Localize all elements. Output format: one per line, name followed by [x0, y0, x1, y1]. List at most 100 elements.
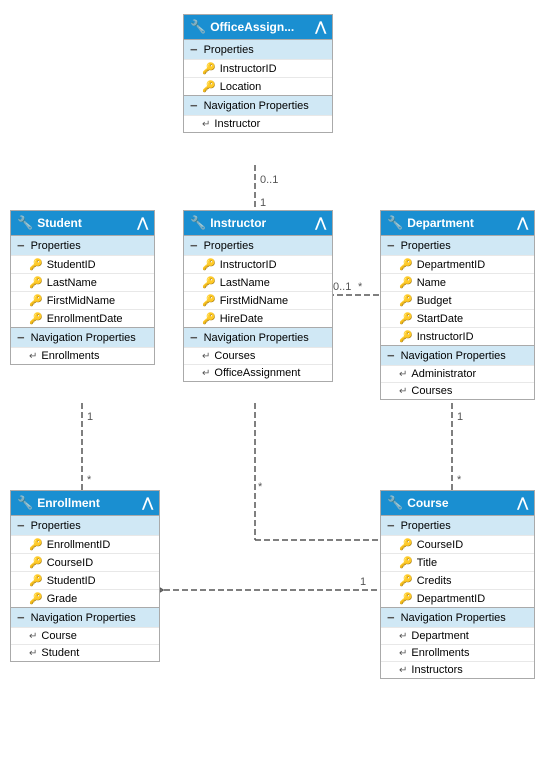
department-expand-icon[interactable]: ⋀ — [517, 215, 528, 231]
field-icon: 🔑 — [29, 294, 43, 307]
entity-instructor[interactable]: 🔧 Instructor ⋀ − Properties 🔑 Instructor… — [183, 210, 333, 382]
course-expand-icon[interactable]: ⋀ — [517, 495, 528, 511]
entity-enrollment[interactable]: 🔧 Enrollment ⋀ − Properties 🔑 Enrollment… — [10, 490, 160, 662]
course-prop-credits: 🔑 Credits — [381, 571, 534, 589]
student-title: Student — [37, 216, 82, 230]
entity-department-header: 🔧 Department ⋀ — [381, 211, 534, 235]
field-icon: 🔑 — [202, 312, 216, 325]
enrollment-prop-grade: 🔑 Grade — [11, 589, 159, 607]
officeassign-prop-location: 🔑 Location — [184, 77, 332, 95]
svg-text:0..1: 0..1 — [260, 174, 278, 186]
officeassign-properties-header: − Properties — [184, 39, 332, 59]
officeassign-nav-instructor: ↵ Instructor — [184, 115, 332, 132]
key-icon: 🔑 — [29, 258, 43, 271]
field-icon: 🔑 — [399, 592, 413, 605]
entity-officeassign-header: 🔧 OfficeAssign... ⋀ — [184, 15, 332, 39]
department-nav-courses: ↵ Courses — [381, 382, 534, 399]
department-nav-header: − Navigation Properties — [381, 345, 534, 365]
student-prop-firstmidname: 🔑 FirstMidName — [11, 291, 154, 309]
student-nav-enrollments: ↵ Enrollments — [11, 347, 154, 364]
course-nav-enrollments: ↵ Enrollments — [381, 644, 534, 661]
field-icon: 🔑 — [399, 276, 413, 289]
student-expand-icon[interactable]: ⋀ — [137, 215, 148, 231]
key-icon: 🔑 — [202, 258, 216, 271]
instructor-nav-officeassignment: ↵ OfficeAssignment — [184, 364, 332, 381]
svg-text:0..1: 0..1 — [333, 281, 351, 293]
course-prop-departmentid: 🔑 DepartmentID — [381, 589, 534, 607]
key-icon: 🔑 — [399, 538, 413, 551]
field-icon: 🔑 — [29, 312, 43, 325]
instructor-prop-firstmidname: 🔑 FirstMidName — [184, 291, 332, 309]
svg-text:1: 1 — [360, 576, 366, 588]
enrollment-properties-header: − Properties — [11, 515, 159, 535]
svg-text:*: * — [258, 481, 263, 493]
field-icon: 🔑 — [29, 574, 43, 587]
department-prop-budget: 🔑 Budget — [381, 291, 534, 309]
officeassign-prop-instructorid: 🔑 InstructorID — [184, 59, 332, 77]
enrollment-prop-courseid: 🔑 CourseID — [11, 553, 159, 571]
department-prop-name: 🔑 Name — [381, 273, 534, 291]
nav-icon: ↵ — [399, 665, 407, 676]
instructor-nav-courses: ↵ Courses — [184, 347, 332, 364]
field-icon: 🔑 — [399, 330, 413, 343]
svg-text:*: * — [457, 474, 462, 486]
department-properties-header: − Properties — [381, 235, 534, 255]
nav-icon: ↵ — [399, 648, 407, 659]
nav-icon: ↵ — [399, 386, 407, 397]
instructor-table-icon: 🔧 — [190, 215, 206, 231]
entity-enrollment-header: 🔧 Enrollment ⋀ — [11, 491, 159, 515]
instructor-properties-header: − Properties — [184, 235, 332, 255]
svg-text:1: 1 — [260, 197, 266, 209]
instructor-prop-hiredate: 🔑 HireDate — [184, 309, 332, 327]
entity-department[interactable]: 🔧 Department ⋀ − Properties 🔑 Department… — [380, 210, 535, 400]
entity-student[interactable]: 🔧 Student ⋀ − Properties 🔑 StudentID 🔑 L… — [10, 210, 155, 365]
entity-course-header: 🔧 Course ⋀ — [381, 491, 534, 515]
enrollment-prop-enrollmentid: 🔑 EnrollmentID — [11, 535, 159, 553]
entity-course[interactable]: 🔧 Course ⋀ − Properties 🔑 CourseID 🔑 Tit… — [380, 490, 535, 679]
instructor-title: Instructor — [210, 216, 266, 230]
department-prop-departmentid: 🔑 DepartmentID — [381, 255, 534, 273]
nav-icon: ↵ — [29, 631, 37, 642]
course-table-icon: 🔧 — [387, 495, 403, 511]
instructor-expand-icon[interactable]: ⋀ — [315, 215, 326, 231]
course-prop-courseid: 🔑 CourseID — [381, 535, 534, 553]
field-icon: 🔑 — [29, 276, 43, 289]
student-prop-enrollmentdate: 🔑 EnrollmentDate — [11, 309, 154, 327]
instructor-prop-lastname: 🔑 LastName — [184, 273, 332, 291]
officeassign-nav-header: − Navigation Properties — [184, 95, 332, 115]
department-prop-instructorid: 🔑 InstructorID — [381, 327, 534, 345]
course-prop-title: 🔑 Title — [381, 553, 534, 571]
entity-student-header: 🔧 Student ⋀ — [11, 211, 154, 235]
diagram-container: 0..1 1 0..1 * 1 * * 1 * * 1 🔧 O — [0, 0, 555, 771]
nav-icon: ↵ — [399, 631, 407, 642]
student-prop-studentid: 🔑 StudentID — [11, 255, 154, 273]
officeassign-table-icon: 🔧 — [190, 19, 206, 35]
field-icon: 🔑 — [29, 556, 43, 569]
svg-text:1: 1 — [87, 411, 93, 423]
enrollment-expand-icon[interactable]: ⋀ — [142, 495, 153, 511]
field-icon: 🔑 — [399, 294, 413, 307]
enrollment-nav-student: ↵ Student — [11, 644, 159, 661]
department-table-icon: 🔧 — [387, 215, 403, 231]
enrollment-nav-header: − Navigation Properties — [11, 607, 159, 627]
entity-officeassign[interactable]: 🔧 OfficeAssign... ⋀ − Properties 🔑 Instr… — [183, 14, 333, 133]
officeassign-expand-icon[interactable]: ⋀ — [315, 19, 326, 35]
svg-text:1: 1 — [457, 411, 463, 423]
key-icon: 🔑 — [202, 62, 216, 75]
department-prop-startdate: 🔑 StartDate — [381, 309, 534, 327]
course-nav-header: − Navigation Properties — [381, 607, 534, 627]
instructor-nav-header: − Navigation Properties — [184, 327, 332, 347]
field-icon: 🔑 — [29, 592, 43, 605]
course-nav-department: ↵ Department — [381, 627, 534, 644]
key-icon: 🔑 — [29, 538, 43, 551]
nav-icon: ↵ — [29, 648, 37, 659]
enrollment-title: Enrollment — [37, 496, 100, 510]
student-table-icon: 🔧 — [17, 215, 33, 231]
key-icon: 🔑 — [202, 80, 216, 93]
key-icon: 🔑 — [399, 258, 413, 271]
student-nav-header: − Navigation Properties — [11, 327, 154, 347]
nav-icon: ↵ — [399, 369, 407, 380]
field-icon: 🔑 — [399, 574, 413, 587]
course-title: Course — [407, 496, 448, 510]
nav-icon: ↵ — [29, 351, 37, 362]
